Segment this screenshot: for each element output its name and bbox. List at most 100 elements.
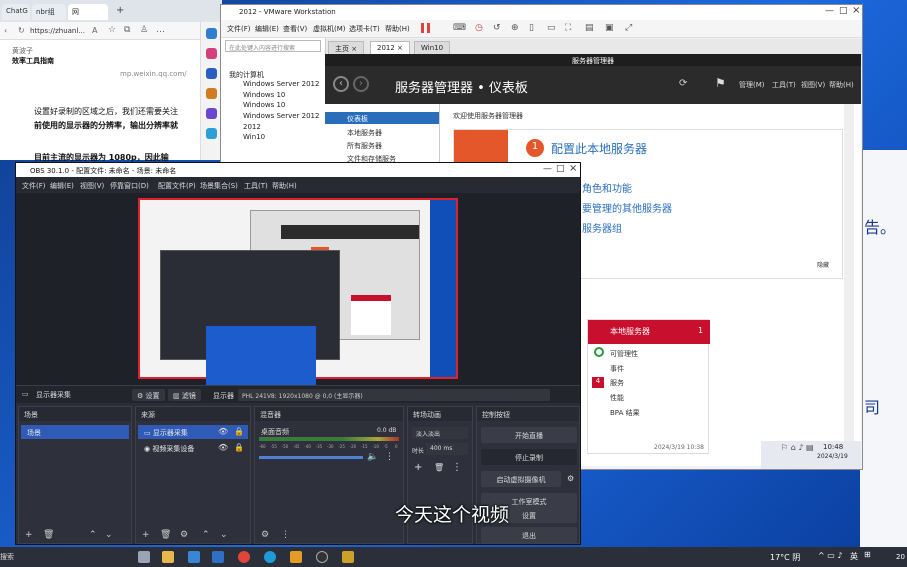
menu-scene-collection[interactable]: 场景集合(S)	[200, 181, 238, 191]
menu-vm[interactable]: 虚拟机(M)	[313, 24, 346, 34]
menu-file[interactable]: 文件(F)	[22, 181, 46, 191]
back-icon[interactable]: ‹	[333, 76, 349, 92]
back-icon[interactable]: ‹	[4, 26, 7, 35]
obs-icon[interactable]	[316, 551, 328, 563]
library-icon[interactable]: ▯	[529, 23, 534, 33]
manager-icon[interactable]: ⊕	[511, 23, 519, 33]
menu-profile[interactable]: 配置文件(P)	[158, 181, 196, 191]
library-root[interactable]: 我的计算机	[229, 70, 264, 80]
menu-file[interactable]: 文件(F)	[227, 24, 251, 34]
new-tab-icon[interactable]: +	[116, 5, 124, 16]
refresh-icon[interactable]: ⟳	[679, 78, 687, 89]
tab-win10[interactable]: Win10	[414, 41, 451, 55]
scrollbar[interactable]	[844, 104, 854, 466]
library-item[interactable]: 2012	[243, 123, 261, 131]
address-bar[interactable]: ‹ ↻ https://zhuanl... A ☆ ⧉ ♙ …	[0, 22, 222, 40]
more-icon[interactable]: …	[156, 25, 165, 35]
move-down-icon[interactable]: ⌄	[105, 530, 113, 540]
transition-select[interactable]: 淡入淡出	[412, 427, 468, 439]
menu-help[interactable]: 帮助(H)	[829, 80, 854, 90]
source-item[interactable]: ▭ 显示器采集	[138, 425, 248, 439]
task-view-icon[interactable]	[138, 551, 150, 563]
menu-view[interactable]: 视图(V)	[80, 181, 104, 191]
mail-icon[interactable]	[212, 551, 224, 563]
tab-2012[interactable]: 2012 ×	[370, 41, 410, 55]
nav-local-server[interactable]: 本地服务器	[347, 128, 382, 138]
obs-preview[interactable]	[16, 193, 580, 386]
tile-row[interactable]: 服务	[610, 378, 624, 388]
edge-icon[interactable]	[264, 551, 276, 563]
revert-icon[interactable]: ↺	[493, 23, 501, 33]
library-item[interactable]: Windows Server 2012	[243, 80, 319, 88]
profile-icon[interactable]: ♙	[140, 25, 148, 35]
tile-row[interactable]: BPA 结果	[610, 408, 640, 418]
library-search-input[interactable]: 在此处键入内容进行搜索	[225, 40, 321, 52]
add-icon[interactable]: +	[142, 530, 150, 540]
library-item[interactable]: Win10	[243, 133, 265, 141]
move-up-icon[interactable]: ⌃	[89, 530, 97, 540]
search-icon[interactable]	[206, 28, 217, 39]
tile-row[interactable]: 可管理性	[610, 349, 638, 359]
send-keys-icon[interactable]: ⌨	[453, 23, 466, 33]
display-select[interactable]: PHL 241V8: 1920x1080 @ 0,0 (主显示器)	[238, 389, 550, 401]
file-explorer-icon[interactable]	[162, 551, 174, 563]
menu-tools[interactable]: 工具(T)	[244, 181, 268, 191]
delete-icon[interactable]: 🗑	[160, 530, 171, 540]
server-group-link[interactable]: 服务器组	[582, 220, 622, 235]
preview-capture[interactable]	[138, 198, 458, 386]
source-filters-button[interactable]: ▥ 滤镜	[168, 389, 201, 401]
notifications-flag-icon[interactable]: ⚑	[715, 76, 726, 90]
add-icon[interactable]: +	[25, 530, 33, 540]
gear-icon[interactable]: ⚙	[261, 530, 269, 540]
hide-link[interactable]: 隐藏	[817, 260, 829, 269]
stretch-icon[interactable]: ⤢	[625, 23, 632, 33]
menu-help[interactable]: 帮助(H)	[385, 24, 410, 34]
input-mode-icon[interactable]: ⊞	[864, 550, 871, 559]
snapshot-icon[interactable]: ◷	[475, 23, 483, 33]
kebab-icon[interactable]: ⋮	[452, 462, 462, 473]
refresh-icon[interactable]: ↻	[18, 26, 25, 35]
vmware-icon[interactable]	[290, 551, 302, 563]
chrome-icon[interactable]	[238, 551, 250, 563]
read-aloud-icon[interactable]: A	[92, 26, 97, 35]
stop-recording-button[interactable]: 停止录制	[481, 449, 577, 465]
unity-icon[interactable]: ▤	[585, 23, 594, 33]
library-item[interactable]: Windows 10	[243, 91, 285, 99]
speaker-icon[interactable]: 🔈	[367, 452, 378, 462]
tile-row[interactable]: 事件	[610, 364, 624, 374]
collections-icon[interactable]: ⧉	[124, 25, 130, 35]
menu-docks[interactable]: 停靠窗口(D)	[110, 181, 149, 191]
minimize-icon[interactable]: —	[825, 6, 834, 16]
close-icon[interactable]: ×	[569, 163, 577, 174]
nav-all-servers[interactable]: 所有服务器	[347, 141, 382, 151]
browser-tab[interactable]: nbr组	[32, 4, 66, 20]
volume-slider[interactable]	[259, 456, 363, 459]
menu-edit[interactable]: 编辑(E)	[50, 181, 74, 191]
app-icon[interactable]	[342, 551, 354, 563]
move-up-icon[interactable]: ⌃	[202, 530, 210, 540]
gear-icon[interactable]: ⚙	[180, 530, 188, 540]
minimize-icon[interactable]: —	[543, 164, 552, 174]
tile-header[interactable]: 本地服务器 1	[588, 320, 710, 344]
move-down-icon[interactable]: ⌄	[220, 530, 228, 540]
eye-icon[interactable]: 👁	[218, 427, 228, 436]
browser-tab-active[interactable]: 网	[68, 4, 108, 20]
close-icon[interactable]: ×	[852, 5, 860, 16]
outlook-icon[interactable]	[206, 128, 217, 139]
lock-icon[interactable]: 🔒	[234, 427, 244, 436]
add-servers-link[interactable]: 要管理的其他服务器	[582, 200, 672, 215]
start-streaming-button[interactable]: 开始直播	[481, 427, 577, 443]
scene-item[interactable]: 场景	[21, 425, 129, 439]
ime-indicator[interactable]: 英	[850, 551, 858, 562]
tray-icons[interactable]: ^ ▭ ♪	[818, 551, 842, 560]
menu-help[interactable]: 帮助(H)	[272, 181, 297, 191]
browser-tab[interactable]: ChatG	[2, 4, 30, 20]
duration-input[interactable]: 400 ms	[426, 443, 468, 455]
menu-tabs[interactable]: 选项卡(T)	[349, 24, 380, 34]
pause-icon[interactable]	[421, 23, 424, 33]
fullscreen-icon[interactable]: ⛶	[565, 23, 571, 33]
maximize-icon[interactable]: □	[556, 164, 565, 174]
delete-icon[interactable]: 🗑	[434, 463, 444, 472]
source-settings-button[interactable]: ⚙ 设置	[132, 389, 165, 401]
eye-icon[interactable]: 👁	[218, 443, 228, 452]
